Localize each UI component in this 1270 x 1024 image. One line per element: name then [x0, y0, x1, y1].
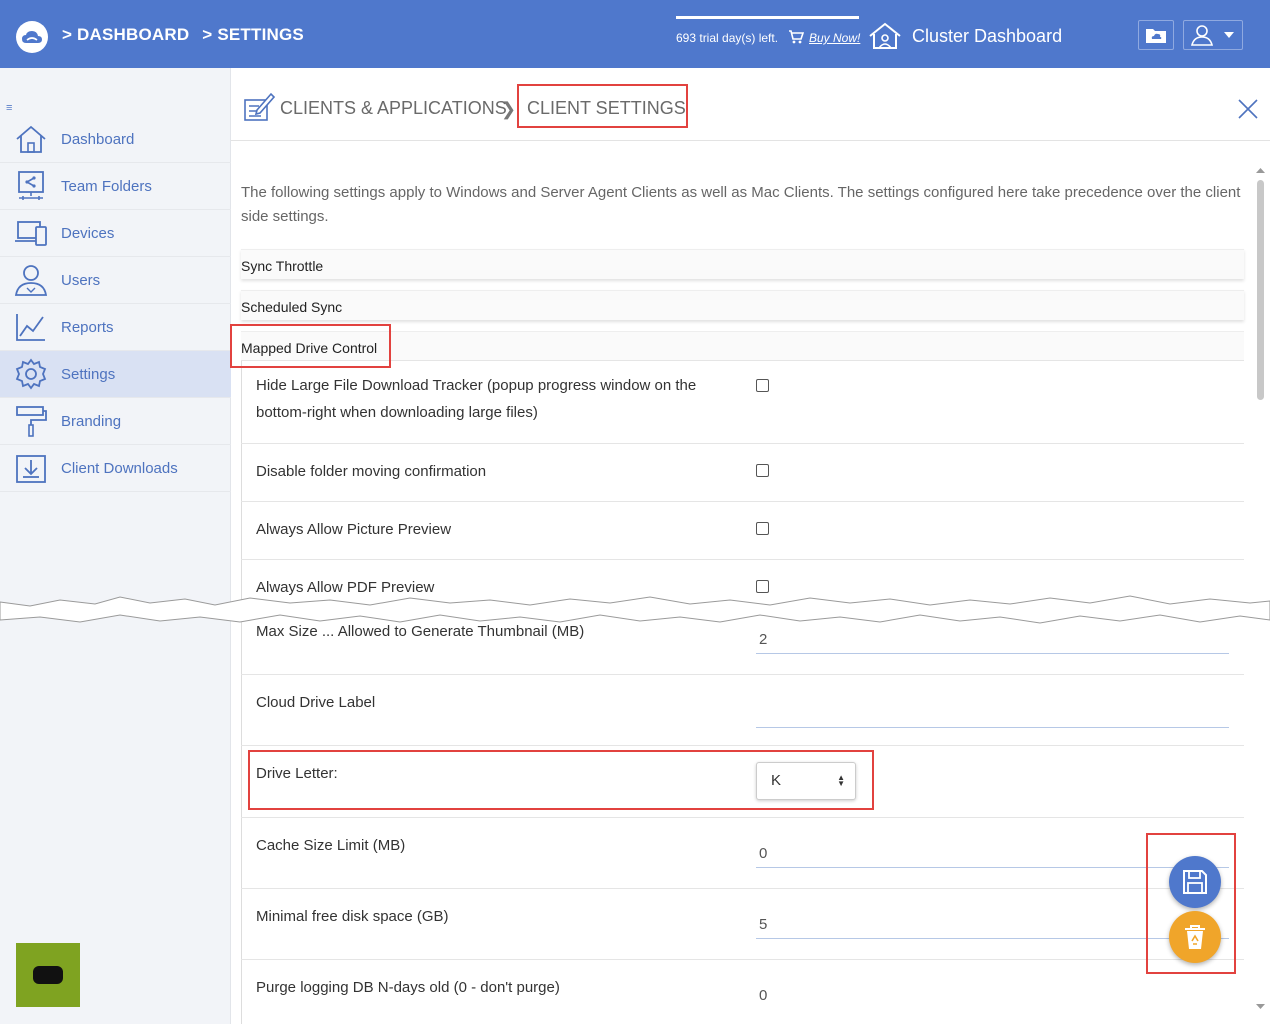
setting-row: Hide Large File Download Tracker (popup … — [241, 358, 1244, 444]
purge-logging-input[interactable]: 0 — [756, 982, 1229, 1010]
page-title: CLIENT SETTINGS — [527, 98, 686, 118]
cache-size-input[interactable]: 0 — [756, 840, 1229, 868]
cloud-folder-button[interactable] — [1138, 20, 1174, 50]
sidebar-item-label: Dashboard — [61, 130, 135, 148]
user-icon — [1191, 25, 1214, 46]
cloud-logo-icon — [22, 31, 42, 43]
user-menu-button[interactable] — [1183, 20, 1243, 50]
chat-widget-button[interactable] — [16, 943, 80, 1007]
max-thumbnail-input[interactable]: 2 — [756, 626, 1229, 654]
drive-letter-label: Drive Letter: — [256, 765, 338, 782]
cluster-dashboard-link[interactable]: Cluster Dashboard — [912, 26, 1062, 47]
sidebar-item-label: Team Folders — [61, 177, 152, 195]
team-folders-icon — [18, 171, 44, 200]
chat-icon — [33, 966, 63, 984]
sidebar-item-settings[interactable]: Settings — [0, 351, 231, 398]
reports-icon — [16, 314, 45, 341]
select-arrows-icon: ▲ ▼ — [837, 773, 845, 788]
setting-row: Disable folder moving confirmation — [241, 444, 1244, 502]
breadcrumb-settings[interactable]: > SETTINGS — [202, 25, 304, 44]
sidebar-item-branding[interactable]: Branding — [0, 398, 231, 445]
setting-row: Max Size ... Allowed to Generate Thumbna… — [241, 623, 1244, 675]
sidebar-item-label: Settings — [61, 365, 116, 383]
sidebar-item-team-folders[interactable]: Team Folders — [0, 163, 231, 210]
cloud-folder-icon — [1146, 29, 1166, 43]
picture-preview-checkbox[interactable] — [756, 522, 769, 535]
buy-now-link[interactable]: Buy Now! — [809, 31, 860, 45]
sidebar-item-client-downloads[interactable]: Client Downloads — [0, 445, 231, 492]
disable-move-confirm-checkbox[interactable] — [756, 464, 769, 477]
trial-progress-bar — [676, 16, 859, 19]
setting-row: Purge logging DB N-days old (0 - don't p… — [241, 960, 1244, 1024]
setting-row: Always Allow Picture Preview — [241, 502, 1244, 560]
page-title-bar: CLIENTS & APPLICATIONS ❯ CLIENT SETTINGS — [231, 68, 1270, 141]
settings-intro-text: The following settings apply to Windows … — [241, 184, 1241, 225]
users-icon — [14, 265, 48, 296]
gear-icon — [15, 358, 47, 390]
paint-roller-icon — [16, 406, 47, 437]
sidebar-item-users[interactable]: Users — [0, 257, 231, 304]
download-icon — [16, 455, 46, 483]
setting-row: Minimal free disk space (GB) 5 — [241, 889, 1244, 960]
sidebar-item-reports[interactable]: Reports — [0, 304, 231, 351]
chevron-down-icon — [1224, 32, 1234, 38]
chevron-right-icon: ❯ — [501, 99, 517, 119]
max-thumbnail-label: Max Size ... Allowed to Generate Thumbna… — [256, 623, 585, 640]
sidebar-item-devices[interactable]: Devices — [0, 210, 231, 257]
breadcrumb-dashboard[interactable]: > DASHBOARD — [62, 25, 189, 44]
sidebar-item-label: Client Downloads — [61, 459, 178, 477]
purge-logging-label: Purge logging DB N-days old (0 - don't p… — [256, 979, 560, 996]
trial-days-text: 693 trial day(s) left. — [676, 31, 779, 45]
min-free-space-input[interactable]: 5 — [756, 911, 1229, 939]
devices-icon — [15, 221, 47, 246]
setting-row: Drive Letter: K ▲ ▼ — [241, 746, 1244, 818]
picture-preview-label: Always Allow Picture Preview — [256, 521, 452, 538]
scroll-down-icon[interactable] — [1254, 1003, 1267, 1011]
sidebar-item-label: Branding — [61, 412, 122, 430]
section-mapped-drive-control[interactable]: Mapped Drive Control — [241, 331, 1244, 361]
sidebar-item-dashboard[interactable]: Dashboard — [0, 116, 231, 163]
sidebar-item-label: Reports — [61, 318, 114, 336]
setting-row: Cloud Drive Label — [241, 675, 1244, 746]
setting-row: Cache Size Limit (MB) 0 — [241, 818, 1244, 889]
scroll-up-icon[interactable] — [1254, 166, 1267, 174]
drive-letter-value: K — [771, 772, 782, 789]
sidebar: ≡ Dashboard Team Folders Devices Users R… — [0, 68, 231, 1024]
app-logo[interactable] — [16, 21, 48, 53]
close-icon[interactable] — [1237, 98, 1259, 120]
home-icon — [16, 125, 46, 153]
cloud-drive-label-label: Cloud Drive Label — [256, 694, 376, 711]
hide-tracker-checkbox[interactable] — [756, 379, 769, 392]
save-button[interactable] — [1169, 856, 1221, 908]
scrollbar-thumb[interactable] — [1257, 180, 1264, 400]
recycle-trash-icon — [1185, 925, 1205, 949]
save-icon — [1183, 870, 1207, 894]
sidebar-item-label: Users — [61, 271, 101, 289]
min-free-space-label: Minimal free disk space (GB) — [256, 908, 449, 925]
disable-move-confirm-label: Disable folder moving confirmation — [256, 463, 487, 480]
clients-apps-icon — [244, 92, 275, 121]
top-bar: > DASHBOARD > SETTINGS 693 trial day(s) … — [0, 0, 1270, 68]
drive-letter-select[interactable]: K ▲ ▼ — [756, 762, 856, 800]
section-scheduled-sync[interactable]: Scheduled Sync — [241, 290, 1244, 320]
cart-icon[interactable] — [788, 30, 804, 44]
cloud-drive-label-input[interactable] — [756, 700, 1229, 728]
section-sync-throttle[interactable]: Sync Throttle — [241, 249, 1244, 279]
sidebar-item-label: Devices — [61, 224, 115, 242]
cluster-house-icon[interactable] — [868, 22, 902, 50]
cache-size-label: Cache Size Limit (MB) — [256, 837, 406, 854]
breadcrumb-clients-applications[interactable]: CLIENTS & APPLICATIONS — [280, 98, 507, 119]
sidebar-collapse-icon[interactable]: ≡ — [6, 102, 12, 114]
hide-tracker-label: Hide Large File Download Tracker (popup … — [256, 377, 697, 421]
reset-button[interactable] — [1169, 911, 1221, 963]
header-breadcrumb: > DASHBOARD > SETTINGS — [62, 25, 312, 45]
